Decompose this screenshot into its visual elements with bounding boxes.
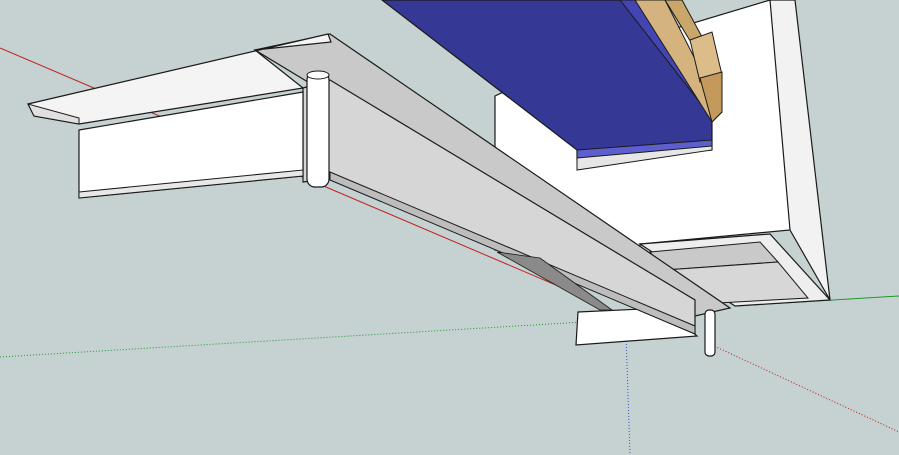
dowel-right[interactable] (704, 309, 716, 357)
dowel-left[interactable] (306, 70, 330, 188)
blue-axis-dotted (625, 334, 631, 455)
dowel-right-body (704, 309, 716, 357)
3d-model-canvas[interactable] (0, 0, 899, 455)
red-axis-dotted (711, 344, 899, 433)
sketchup-viewport[interactable] (0, 0, 899, 455)
dowel-left-top (306, 70, 330, 80)
dowel-left-body (306, 71, 330, 188)
